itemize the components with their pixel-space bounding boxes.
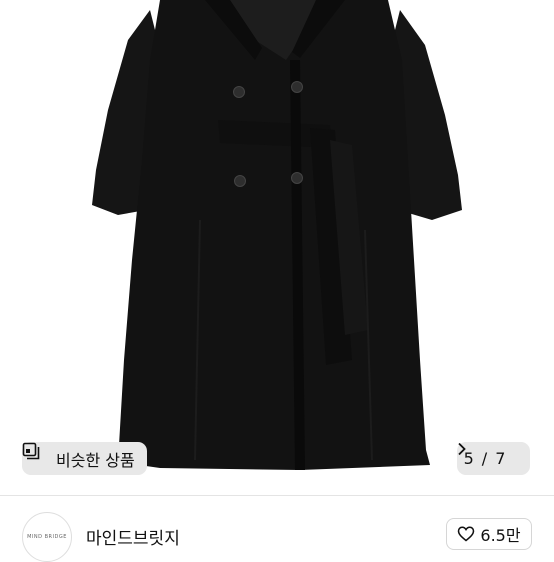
coat-illustration [92, 0, 462, 470]
similar-items-icon [22, 442, 50, 468]
image-page-counter[interactable]: 5 / 7 [457, 442, 530, 475]
like-button[interactable]: 6.5만 [446, 518, 532, 550]
heart-icon [457, 526, 475, 542]
shop-name[interactable]: 마인드브릿지 [86, 524, 180, 549]
shop-avatar-text: MIND BRIDGE [27, 534, 67, 540]
counter-total: 7 [495, 449, 506, 468]
similar-items-label: 비슷한 상품 [56, 450, 135, 470]
similar-items-button[interactable]: 비슷한 상품 [22, 442, 147, 475]
chevron-right-icon [458, 442, 523, 466]
counter-separator: / [481, 449, 488, 468]
shop-avatar[interactable]: MIND BRIDGE [22, 512, 72, 562]
product-image[interactable]: 비슷한 상품 5 / 7 [0, 0, 554, 495]
shop-info-row[interactable]: MIND BRIDGE 마인드브릿지 6.5만 [0, 496, 554, 562]
like-count: 6.5만 [480, 526, 521, 545]
